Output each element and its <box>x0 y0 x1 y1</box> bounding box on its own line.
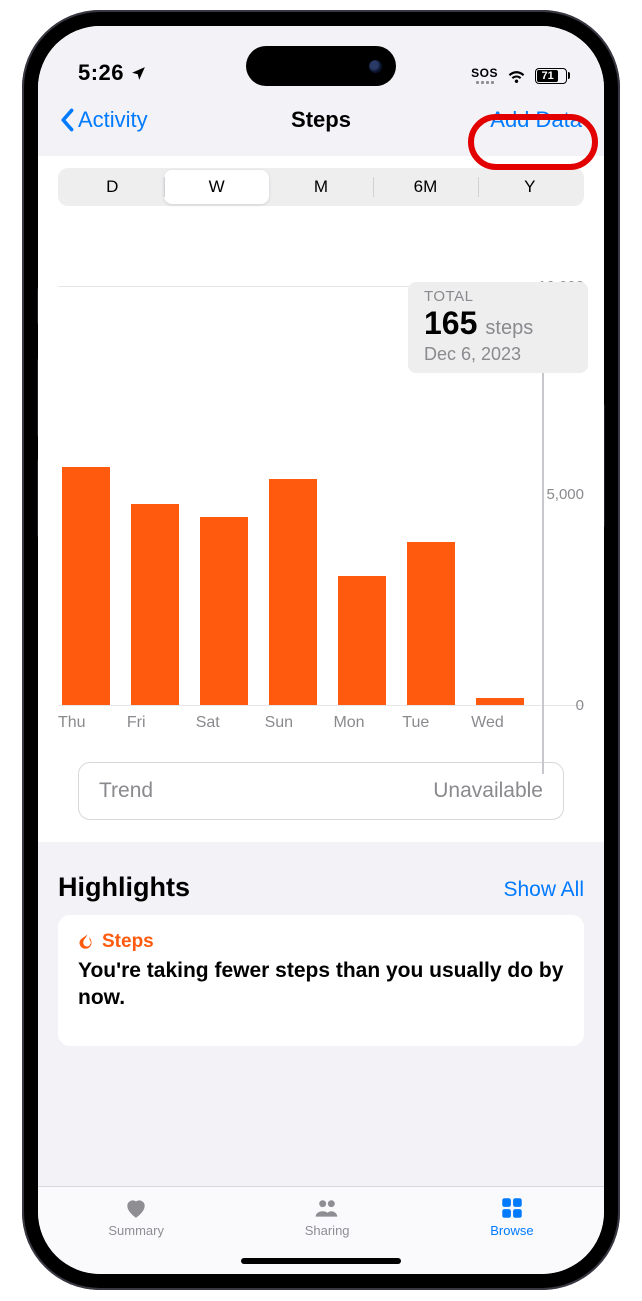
total-callout: TOTAL 165 steps Dec 6, 2023 <box>408 282 588 373</box>
trend-label: Trend <box>99 779 153 803</box>
tab-browse[interactable]: Browse <box>490 1195 533 1238</box>
segment-d[interactable]: D <box>60 170 164 204</box>
dynamic-island <box>246 46 396 86</box>
trend-row[interactable]: Trend Unavailable <box>78 762 564 820</box>
bar <box>338 576 386 706</box>
segment-6m[interactable]: 6M <box>373 170 477 204</box>
back-button[interactable]: Activity <box>60 107 148 133</box>
segment-w[interactable]: W <box>164 170 268 204</box>
x-tick-label: Wed <box>471 714 528 732</box>
bar-fri[interactable] <box>127 286 184 706</box>
bar-thu[interactable] <box>58 286 115 706</box>
home-indicator[interactable] <box>241 1258 401 1264</box>
nav-bar: Activity Steps Add Data <box>38 92 604 148</box>
tab-label: Summary <box>108 1223 164 1238</box>
bar <box>131 504 179 706</box>
x-tick-label: Tue <box>402 714 459 732</box>
segment-y[interactable]: Y <box>478 170 582 204</box>
flame-icon <box>78 933 96 951</box>
tab-sharing[interactable]: Sharing <box>305 1195 350 1238</box>
heart-icon <box>121 1195 151 1221</box>
y-tick-label: 0 <box>576 697 584 714</box>
x-tick-label: Fri <box>127 714 184 732</box>
total-date: Dec 6, 2023 <box>424 344 576 365</box>
highlights-section: Highlights Show All Steps You're taking … <box>38 872 604 1046</box>
total-value: 165 <box>424 305 477 342</box>
segment-m[interactable]: M <box>269 170 373 204</box>
tab-summary[interactable]: Summary <box>108 1195 164 1238</box>
sos-indicator: SOS <box>471 67 498 84</box>
content-scroll[interactable]: DWM6MY TOTAL 165 steps Dec 6, 2023 <box>38 148 604 1186</box>
bar-sun[interactable] <box>265 286 322 706</box>
back-label: Activity <box>78 107 148 133</box>
x-tick-label: Mon <box>333 714 390 732</box>
chart-area: TOTAL 165 steps Dec 6, 2023 10,000 5,000 <box>58 286 584 732</box>
chart-card: DWM6MY TOTAL 165 steps Dec 6, 2023 <box>38 156 604 842</box>
bar-sat[interactable] <box>196 286 253 706</box>
bar <box>269 479 317 706</box>
wifi-icon <box>506 65 527 86</box>
bar <box>407 542 455 706</box>
total-unit: steps <box>485 317 533 340</box>
trend-value: Unavailable <box>433 779 543 803</box>
time-range-segmented[interactable]: DWM6MY <box>58 168 584 206</box>
gridline <box>58 705 584 706</box>
location-icon <box>130 65 147 82</box>
bar-mon[interactable] <box>333 286 390 706</box>
battery-indicator: 71 <box>535 68 570 84</box>
show-all-button[interactable]: Show All <box>503 878 584 902</box>
section-title: Highlights <box>58 872 190 903</box>
tab-label: Sharing <box>305 1223 350 1238</box>
highlight-card[interactable]: Steps You're taking fewer steps than you… <box>58 915 584 1046</box>
add-data-button[interactable]: Add Data <box>490 107 582 133</box>
x-tick-label: Thu <box>58 714 115 732</box>
phone-frame: 5:26 SOS 71 Activity Steps <box>22 10 620 1290</box>
page-title: Steps <box>291 107 351 133</box>
x-tick-label: Sat <box>196 714 253 732</box>
status-time: 5:26 <box>78 60 124 86</box>
bar <box>200 517 248 706</box>
x-tick-label: Sun <box>265 714 322 732</box>
screen: 5:26 SOS 71 Activity Steps <box>38 26 604 1274</box>
chevron-left-icon <box>60 108 76 132</box>
people-icon <box>312 1195 342 1221</box>
bar <box>62 467 110 706</box>
highlight-category: Steps <box>102 931 154 953</box>
x-axis-labels: Thu Fri Sat Sun Mon Tue Wed <box>58 706 584 732</box>
highlight-text: You're taking fewer steps than you usual… <box>78 957 564 1012</box>
tab-label: Browse <box>490 1223 533 1238</box>
total-label: TOTAL <box>424 288 576 305</box>
grid-icon <box>497 1195 527 1221</box>
y-tick-label: 5,000 <box>546 486 584 503</box>
callout-stem <box>542 370 544 774</box>
